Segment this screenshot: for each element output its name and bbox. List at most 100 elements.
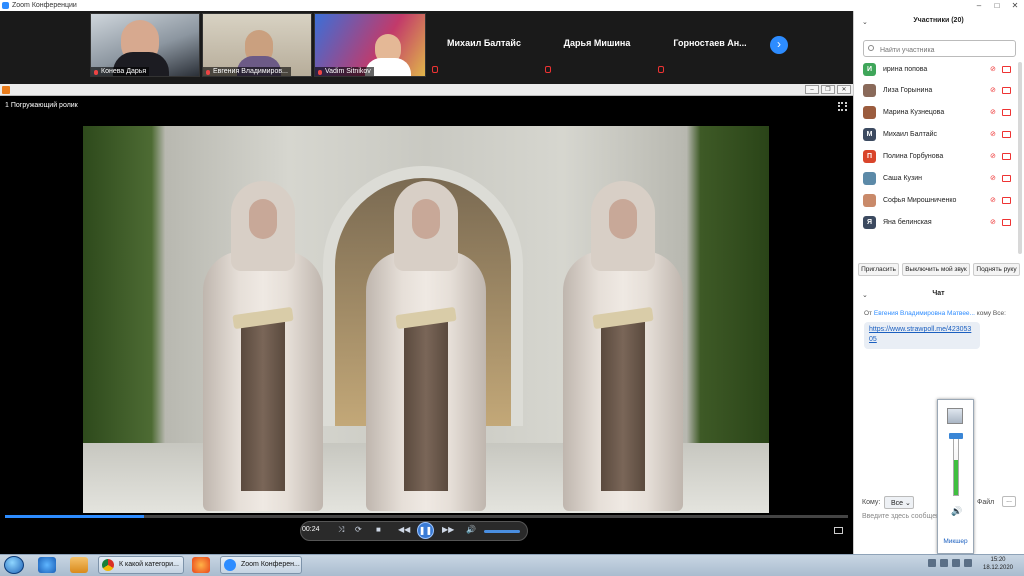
file-button[interactable]: Файл <box>977 499 994 506</box>
switch-to-library-icon[interactable] <box>834 527 843 534</box>
mixer-link[interactable]: Микшер <box>938 538 973 545</box>
restore-icon[interactable]: ❐ <box>821 85 835 94</box>
chrome-icon <box>102 559 114 571</box>
participant-name: Яна белинская <box>883 219 932 226</box>
tray-arrow-icon[interactable] <box>928 559 936 567</box>
maximize-icon[interactable]: □ <box>988 0 1006 11</box>
avatar <box>863 84 876 97</box>
video-tile[interactable]: Конева Дарья <box>90 13 200 77</box>
participant-name: Михаил Балтайс <box>883 131 937 138</box>
task-label: Zoom Конферен... <box>241 561 300 568</box>
chat-message-link[interactable]: https://www.strawpoll.me/42305305 <box>864 322 980 349</box>
name-tile[interactable]: Михаил Балтайс <box>428 13 540 77</box>
video-tile[interactable]: Евгения Владимиров... <box>202 13 312 77</box>
participants-header: Участники (20) <box>913 17 964 24</box>
invite-button[interactable]: Пригласить <box>858 263 899 276</box>
firefox-icon[interactable] <box>192 557 210 573</box>
participants-scrollbar[interactable] <box>1018 62 1022 254</box>
participant-search-input[interactable] <box>863 40 1016 57</box>
view-mode-icon[interactable] <box>838 102 847 111</box>
avatar: М <box>863 128 876 141</box>
shuffle-icon[interactable]: ⤨ <box>338 524 344 536</box>
chat-header: Чат <box>932 290 945 297</box>
close-icon[interactable]: ✕ <box>837 85 851 94</box>
to-label: Кому: <box>862 499 881 506</box>
volume-tray-icon[interactable] <box>952 559 960 567</box>
clock-date: 18.12.2020 <box>982 565 1014 571</box>
participant-row[interactable]: Саша Кузин ⊘ <box>863 169 1016 189</box>
minimize-icon[interactable]: – <box>805 85 819 94</box>
participant-row[interactable]: П Полина Горбунова ⊘ <box>863 147 1016 167</box>
muted-mic-icon: ⊘ <box>990 219 996 226</box>
video-frame[interactable] <box>83 126 769 513</box>
media-player-icon <box>2 86 10 94</box>
camera-off-icon <box>1002 131 1011 138</box>
chat-from-prefix: От <box>864 310 873 317</box>
camera-off-icon <box>1002 219 1011 226</box>
chevron-right-icon[interactable]: › <box>770 36 788 54</box>
internet-explorer-icon[interactable] <box>38 557 56 573</box>
stop-icon[interactable]: ■ <box>376 524 381 536</box>
muted-mic-icon <box>432 66 438 73</box>
zoom-icon <box>224 559 236 571</box>
recipient-select[interactable]: Все ⌄ <box>884 496 914 509</box>
participant-name: Конева Дарья <box>91 67 150 76</box>
speaker-mute-icon[interactable]: 🔊 <box>951 506 962 517</box>
media-player-icon[interactable] <box>70 557 88 573</box>
start-button[interactable] <box>4 556 24 574</box>
volume-thumb[interactable] <box>949 433 963 439</box>
avatar <box>863 172 876 185</box>
seek-bar[interactable] <box>5 515 848 518</box>
participant-row[interactable]: И ирина попова ⊘ <box>863 60 1016 80</box>
participant-row[interactable]: Я Яна белинская ⊘ <box>863 213 1016 233</box>
language-icon[interactable] <box>964 559 972 567</box>
clock[interactable]: 15:20 18.12.2020 <box>978 556 1018 572</box>
camera-off-icon <box>1002 175 1011 182</box>
camera-off-icon <box>1002 109 1011 116</box>
pause-icon[interactable]: ❚❚ <box>417 522 434 539</box>
task-label: К какой категори... <box>119 561 179 568</box>
previous-icon[interactable]: ◀◀ <box>398 524 410 536</box>
shared-window-bar: – ❐ ✕ <box>0 84 853 96</box>
chat-sender-name[interactable]: Евгения Владимировна Матвее... <box>874 310 975 317</box>
system-tray <box>928 559 978 571</box>
chat-input[interactable]: Введите здесь сообщен <box>862 513 940 520</box>
window-title: Zoom Конференции <box>12 2 77 9</box>
close-icon[interactable]: ✕ <box>1006 0 1024 11</box>
participant-row[interactable]: Софья Мирошниченко ⊘ <box>863 191 1016 211</box>
chat-recipient: кому Все: <box>976 310 1006 317</box>
participant-row[interactable]: Марина Кузнецова ⊘ <box>863 103 1016 123</box>
more-button[interactable]: ... <box>1002 496 1016 507</box>
muted-mic-icon: ⊘ <box>990 87 996 94</box>
name-tile[interactable]: Дарья Мишина <box>541 13 653 77</box>
participant-name: Михаил Балтайс <box>447 38 521 48</box>
participant-name: Софья Мирошниченко <box>883 197 957 204</box>
muted-mic-icon <box>658 66 664 73</box>
minimize-icon[interactable]: – <box>970 0 988 11</box>
volume-icon[interactable]: 🔊 <box>466 524 476 536</box>
recipient-value: Все <box>891 500 904 507</box>
volume-slider[interactable] <box>484 530 520 533</box>
participant-strip: Конева Дарья Евгения Владимиров... Vadim… <box>0 11 853 84</box>
participant-row[interactable]: Лиза Горынина ⊘ <box>863 81 1016 101</box>
repeat-icon[interactable]: ⟳ <box>355 524 362 536</box>
network-icon[interactable] <box>940 559 948 567</box>
video-title: 1 Погружающий ролик <box>5 102 78 109</box>
window-titlebar: Zoom Конференции – □ ✕ <box>0 0 1024 11</box>
raise-hand-button[interactable]: Поднять руку <box>973 263 1020 276</box>
participant-row[interactable]: М Михаил Балтайс ⊘ <box>863 125 1016 145</box>
participant-name: Марина Кузнецова <box>883 109 945 116</box>
next-icon[interactable]: ▶▶ <box>442 524 454 536</box>
name-tile[interactable]: Горностаев Ан... <box>654 13 766 77</box>
camera-off-icon <box>1002 66 1011 73</box>
robed-figure <box>203 181 323 511</box>
speaker-device-icon[interactable] <box>947 408 963 424</box>
mute-me-button[interactable]: Выключить мой звук <box>902 263 970 276</box>
participant-name: Дарья Мишина <box>563 38 631 48</box>
video-tile[interactable]: Vadim Sitnikov <box>314 13 426 77</box>
participant-name: Евгения Владимиров... <box>203 67 291 76</box>
taskbar-task[interactable]: К какой категори... <box>98 556 184 574</box>
muted-mic-icon: ⊘ <box>990 109 996 116</box>
participant-name: ирина попова <box>883 66 928 73</box>
taskbar-task[interactable]: Zoom Конферен... <box>220 556 302 574</box>
